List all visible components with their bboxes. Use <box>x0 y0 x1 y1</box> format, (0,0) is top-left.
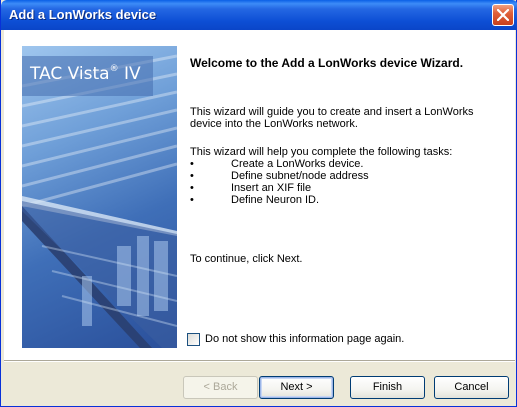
intro-line-1: This wizard will guide you to create and… <box>190 106 474 118</box>
task-item: Define Neuron ID. <box>231 194 320 206</box>
button-divider <box>4 360 515 362</box>
task-bullet: • <box>190 170 194 182</box>
wizard-dialog: Add a LonWorks device TAC Vista® IV Welc… <box>0 0 517 407</box>
dont-show-again-label[interactable]: Do not show this information page again. <box>205 333 404 345</box>
brand-logo: TAC Vista® IV <box>30 64 141 84</box>
task-bullet: • <box>190 158 194 170</box>
intro-line-2: device into the LonWorks network. <box>190 118 358 130</box>
dont-show-again-checkbox[interactable] <box>187 333 200 346</box>
cancel-button[interactable]: Cancel <box>434 376 509 399</box>
window-title: Add a LonWorks device <box>9 7 157 22</box>
finish-button[interactable]: Finish <box>350 376 425 399</box>
task-item: Insert an XIF file <box>231 182 312 194</box>
brand-suffix: IV <box>118 64 141 84</box>
brand-mark: ® <box>109 64 119 74</box>
task-bullet: • <box>190 194 194 206</box>
close-button[interactable] <box>492 4 514 26</box>
close-icon <box>497 9 509 21</box>
brand-name: TAC Vista <box>30 64 110 84</box>
title-bar[interactable]: Add a LonWorks device <box>1 0 517 30</box>
task-item: Create a LonWorks device. <box>231 158 364 170</box>
tasks-intro: This wizard will help you complete the f… <box>190 146 453 158</box>
next-button[interactable]: Next > <box>259 376 334 399</box>
wizard-heading: Welcome to the Add a LonWorks device Wiz… <box>190 56 464 70</box>
continue-text: To continue, click Next. <box>190 253 303 265</box>
task-item: Define subnet/node address <box>231 170 369 182</box>
back-button[interactable]: < Back <box>183 376 258 399</box>
task-bullet: • <box>190 182 194 194</box>
